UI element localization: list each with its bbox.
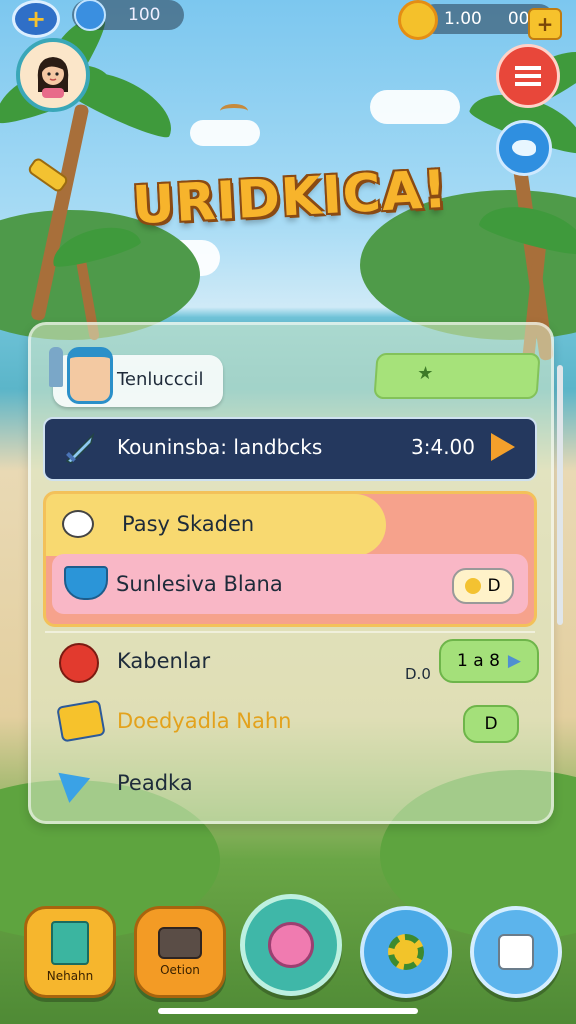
list-1-badge[interactable]: 1 a 8 ▶ [439, 639, 539, 683]
add-button[interactable]: + [12, 0, 60, 38]
list-value-1: D.0 [405, 665, 431, 683]
profile-progress-bar[interactable]: ★ [373, 353, 541, 399]
list-2-badge[interactable]: D [463, 705, 519, 743]
list-item[interactable]: Kabenlar D.0 1 a 8 ▶ [45, 631, 539, 689]
currency-left: 100 [72, 0, 184, 31]
task-row-1[interactable]: Pasy Skaden [46, 494, 386, 556]
nav-options-button[interactable]: Oetion [134, 906, 226, 998]
list-item[interactable]: Peadka [45, 755, 535, 811]
list-item[interactable]: Doedyadla Nahn D [45, 693, 535, 749]
profile-card[interactable]: Tenlucccil [49, 347, 223, 407]
coin-icon [465, 578, 482, 594]
torch-icon [49, 347, 63, 387]
lollipop-icon [268, 922, 314, 968]
main-panel: Tenlucccil ★ Kouninsba: landbcks 3:4.00 … [28, 322, 563, 824]
currency-right-value-a: 1.00 [444, 9, 482, 29]
book-icon [51, 921, 89, 965]
nav-label-1: Nehahn [46, 969, 94, 983]
scrollbar[interactable] [557, 365, 563, 625]
camera-icon [158, 927, 202, 959]
arrow-icon: ▶ [507, 651, 521, 671]
shield-coin-icon [74, 0, 106, 31]
list-1-badge-value: 1 a 8 [457, 651, 500, 671]
star-icon: ★ [416, 363, 435, 384]
home-indicator [158, 1008, 418, 1014]
nav-dice-button[interactable] [470, 906, 562, 998]
bird-icon [512, 140, 536, 156]
task-row-2[interactable]: Sunlesiva Blana D [52, 554, 528, 614]
buy-currency-button[interactable]: + [528, 8, 562, 40]
nav-label-2: Oetion [160, 963, 200, 977]
mission-label: Kouninsba: landbcks [117, 435, 323, 459]
play-icon[interactable] [491, 433, 515, 461]
game-screen: + 100 1.00 000 + URIDKICA! Tenlucccil ★ … [0, 0, 576, 1024]
nav-settings-button[interactable] [360, 906, 452, 998]
task-2-badge-value: D [487, 576, 501, 596]
plus-icon: + [536, 12, 554, 36]
mission-bar[interactable]: Kouninsba: landbcks 3:4.00 [43, 417, 537, 481]
chat-bubble-icon [62, 510, 94, 538]
sword-icon [63, 431, 97, 465]
list-label-2: Doedyadla Nahn [117, 709, 292, 733]
list-label-1: Kabenlar [117, 649, 211, 673]
profile-avatar [67, 347, 113, 404]
sun-icon [398, 0, 438, 40]
list-2-badge-value: D [484, 714, 498, 734]
bowl-icon [64, 566, 108, 600]
chat-button[interactable] [496, 120, 552, 176]
triangle-flag-icon [58, 763, 96, 803]
target-icon [59, 643, 99, 683]
nav-journal-button[interactable]: Nehahn [24, 906, 116, 998]
list-label-3: Peadka [117, 771, 193, 795]
currency-left-value: 100 [128, 5, 161, 25]
mission-value: 3:4.00 [411, 435, 475, 459]
dice-icon [498, 934, 534, 970]
scroll-icon [56, 699, 106, 743]
seagull-icon [220, 104, 248, 118]
task-label-1: Pasy Skaden [122, 512, 255, 536]
gear-icon [388, 934, 424, 970]
girl-portrait-icon [37, 57, 69, 98]
avatar[interactable] [16, 38, 90, 112]
task-card: Pasy Skaden Sunlesiva Blana D [43, 491, 537, 627]
menu-icon [515, 66, 541, 86]
task-label-2: Sunlesiva Blana [116, 572, 283, 596]
task-2-badge[interactable]: D [452, 568, 514, 604]
profile-name: Tenlucccil [117, 369, 204, 390]
plus-icon: + [25, 5, 47, 33]
nav-main-button[interactable] [240, 894, 342, 996]
menu-button[interactable] [496, 44, 560, 108]
